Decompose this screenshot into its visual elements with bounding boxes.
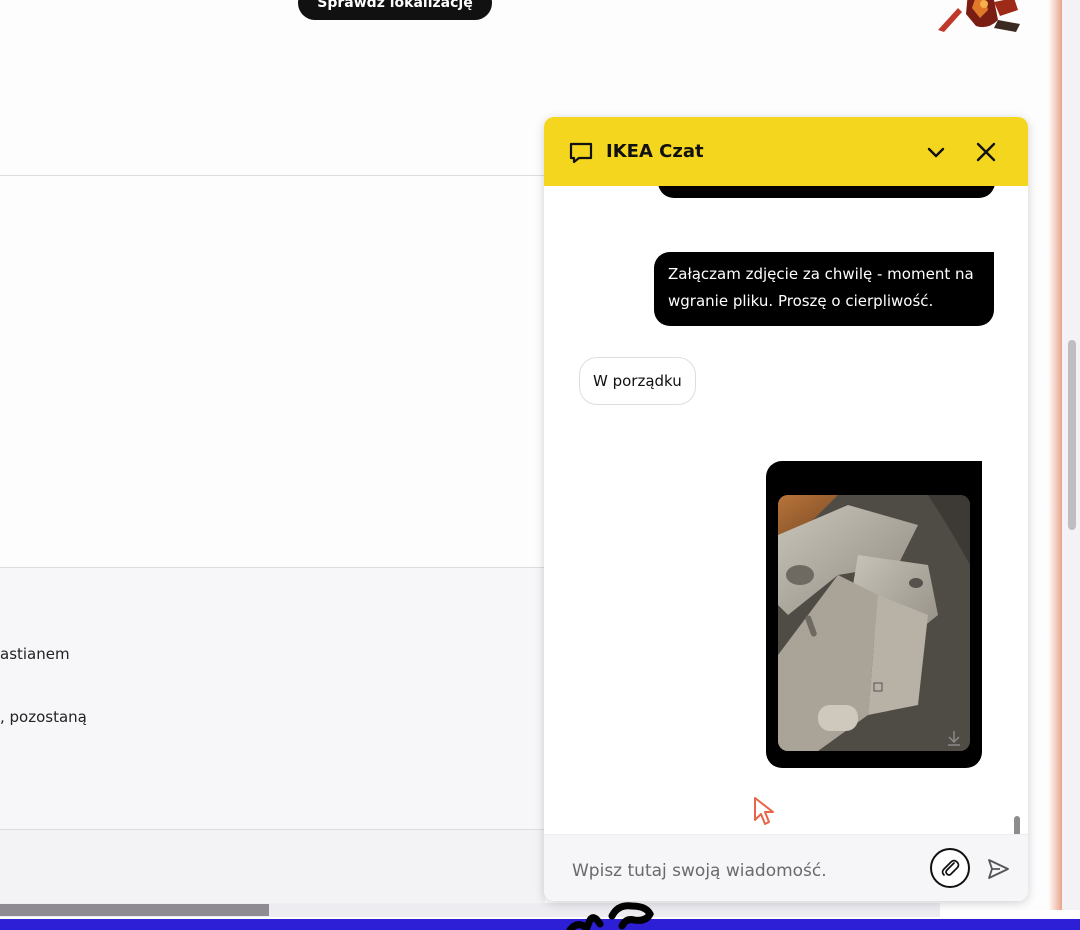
photo-content — [778, 495, 970, 751]
chat-widget: IKEA Czat Załączam zdjęcie za chwilę - m… — [544, 117, 1028, 901]
divider — [0, 175, 545, 176]
send-icon[interactable] — [984, 855, 1012, 883]
check-location-button[interactable]: Sprawdź lokalizację — [298, 0, 492, 20]
attach-button[interactable] — [930, 848, 970, 888]
chat-composer — [544, 834, 1028, 901]
user-message: Załączam zdjęcie za chwilę - moment na w… — [654, 252, 994, 326]
horizontal-scrollbar-thumb[interactable] — [0, 904, 269, 916]
taskbar — [0, 919, 1080, 930]
previous-message-bubble — [658, 186, 995, 198]
chat-bubble-icon — [569, 142, 593, 164]
mouse-cursor-icon — [754, 797, 774, 825]
chat-header: IKEA Czat — [544, 117, 1028, 186]
divider — [0, 567, 545, 568]
page-text-line: astianem — [0, 645, 70, 663]
window-edge — [1048, 0, 1062, 910]
content-band — [0, 568, 545, 830]
image-message[interactable] — [766, 461, 982, 768]
doodle-mark — [566, 902, 654, 930]
agent-message: W porządku — [579, 357, 696, 405]
chat-messages[interactable]: Załączam zdjęcie za chwilę - moment na w… — [544, 186, 1028, 834]
character-sprite — [938, 0, 1020, 32]
close-icon[interactable] — [973, 139, 999, 165]
chat-scrollbar-thumb[interactable] — [1014, 816, 1020, 834]
paperclip-icon — [941, 859, 960, 876]
chevron-down-icon[interactable] — [923, 139, 949, 165]
page-text-line: , pozostaną — [0, 708, 87, 726]
message-input[interactable] — [570, 857, 914, 885]
attached-photo[interactable] — [778, 495, 970, 751]
page-scrollbar-thumb[interactable] — [1068, 340, 1076, 530]
footer-band — [0, 830, 545, 910]
chat-title: IKEA Czat — [606, 141, 704, 162]
